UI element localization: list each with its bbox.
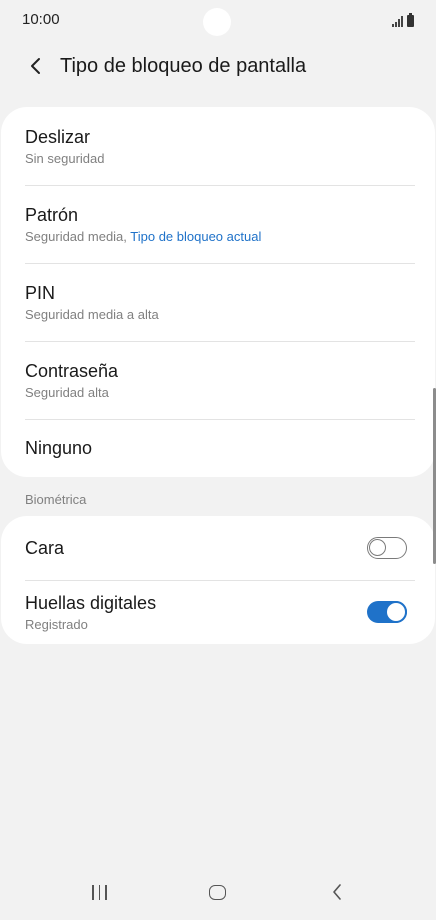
fingerprint-toggle[interactable] [367,601,407,623]
current-lock-label: Tipo de bloqueo actual [130,228,262,244]
status-time: 10:00 [22,11,60,28]
item-title: Huellas digitales [25,592,157,613]
lock-option-pin[interactable]: PIN Seguridad media a alta [1,263,435,341]
biometric-fingerprints[interactable]: Huellas digitales Registrado [1,580,435,644]
screen: 10:00 Tipo de bloqueo de pantalla Desliz… [0,0,436,920]
back-icon [332,884,341,900]
lock-option-deslizar[interactable]: Deslizar Sin seguridad [1,107,435,185]
recents-icon [91,884,107,900]
section-label-biometrics: Biométrica [25,492,87,507]
item-subtitle: Seguridad media, Tipo de bloqueo actual [25,228,435,245]
lock-option-contrasena[interactable]: Contraseña Seguridad alta [1,341,435,419]
signal-icon [392,15,403,27]
bio-text: Huellas digitales Registrado [25,592,156,633]
toggle-knob [385,601,407,623]
item-title: Ninguno [25,438,93,458]
battery-icon [407,13,414,27]
header: Tipo de bloqueo de pantalla [0,44,436,88]
item-subtitle-text: Seguridad media, [25,228,131,244]
item-subtitle: Seguridad alta [25,384,109,400]
chevron-left-icon [31,58,40,74]
bio-text: Cara [25,537,64,559]
page-title: Tipo de bloqueo de pantalla [60,54,307,77]
toggle-knob [369,539,386,556]
item-subtitle: Registrado [25,616,88,632]
item-title: Cara [25,538,65,558]
home-icon [209,884,227,900]
back-button[interactable] [14,44,58,88]
lock-option-ninguno[interactable]: Ninguno [1,419,435,477]
navigation-bar [0,864,436,920]
recents-button[interactable] [69,872,129,912]
lock-option-patron[interactable]: Patrón Seguridad media, Tipo de bloqueo … [1,185,435,263]
biometrics-list: Cara Huellas digitales Registrado [1,516,435,644]
home-button[interactable] [188,872,248,912]
status-bar: 10:00 [0,0,436,42]
item-subtitle: Sin seguridad [25,150,105,166]
lock-type-list: Deslizar Sin seguridad Patrón Seguridad … [1,107,435,477]
item-title: Contraseña [25,360,119,381]
nav-back-button[interactable] [307,872,367,912]
face-toggle[interactable] [367,537,407,559]
item-title: PIN [25,282,56,303]
biometric-face[interactable]: Cara [1,516,435,580]
item-subtitle: Seguridad media a alta [25,306,159,322]
camera-cutout [203,8,231,36]
item-title: Patrón [25,204,79,225]
status-icons [392,13,414,27]
item-title: Deslizar [25,126,91,147]
